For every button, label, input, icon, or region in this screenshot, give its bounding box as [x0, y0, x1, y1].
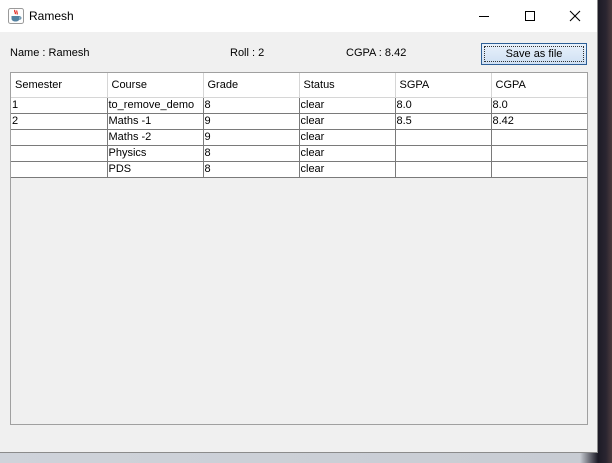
- table-row[interactable]: Maths -2 9 clear: [11, 129, 587, 146]
- results-table-pane[interactable]: Semester Course Grade Status SGPA CGPA 1…: [10, 72, 588, 425]
- cell-semester[interactable]: [11, 161, 108, 178]
- cell-grade[interactable]: 8: [202, 161, 300, 178]
- cell-cgpa[interactable]: [490, 129, 587, 146]
- cell-course[interactable]: PDS: [106, 161, 204, 178]
- java-cup-icon: [8, 8, 24, 24]
- cell-cgpa[interactable]: [490, 161, 587, 178]
- column-header-status[interactable]: Status: [299, 73, 396, 98]
- app-window: Ramesh Name : Ramesh Roll : 2 CGPA : 8.4…: [0, 0, 598, 453]
- cell-cgpa[interactable]: 8.0: [490, 97, 587, 114]
- cell-status[interactable]: clear: [298, 97, 396, 114]
- cell-status[interactable]: clear: [298, 161, 396, 178]
- cell-status[interactable]: clear: [298, 145, 396, 162]
- cell-sgpa[interactable]: 8.5: [394, 113, 492, 130]
- cell-course[interactable]: to_remove_demo: [106, 97, 204, 114]
- cell-course[interactable]: Maths -1: [106, 113, 204, 130]
- cell-sgpa[interactable]: [394, 161, 492, 178]
- table-row[interactable]: PDS 8 clear: [11, 161, 587, 178]
- table-row[interactable]: 2 Maths -1 9 clear 8.5 8.42: [11, 113, 587, 130]
- title-bar[interactable]: Ramesh: [0, 0, 597, 32]
- table-row[interactable]: 1 to_remove_demo 8 clear 8.0 8.0: [11, 97, 587, 114]
- results-table[interactable]: Semester Course Grade Status SGPA CGPA 1…: [11, 73, 587, 178]
- column-header-grade[interactable]: Grade: [203, 73, 300, 98]
- cell-sgpa[interactable]: [394, 129, 492, 146]
- cell-course[interactable]: Maths -2: [106, 129, 204, 146]
- cell-semester[interactable]: 2: [11, 113, 108, 130]
- cell-grade[interactable]: 8: [202, 145, 300, 162]
- save-as-file-button[interactable]: Save as file: [481, 43, 587, 65]
- cell-sgpa[interactable]: 8.0: [394, 97, 492, 114]
- cell-course[interactable]: Physics: [106, 145, 204, 162]
- minimize-icon: [479, 16, 489, 17]
- cell-cgpa[interactable]: [490, 145, 587, 162]
- column-header-sgpa[interactable]: SGPA: [395, 73, 492, 98]
- student-roll-label: Roll : 2: [230, 47, 265, 59]
- cell-status[interactable]: clear: [298, 129, 396, 146]
- cell-cgpa[interactable]: 8.42: [490, 113, 587, 130]
- cell-semester[interactable]: 1: [11, 97, 108, 114]
- close-button[interactable]: [552, 0, 598, 32]
- column-header-course[interactable]: Course: [107, 73, 204, 98]
- student-name-label: Name : Ramesh: [10, 47, 90, 59]
- cell-grade[interactable]: 9: [202, 113, 300, 130]
- maximize-button[interactable]: [507, 0, 553, 32]
- cell-status[interactable]: clear: [298, 113, 396, 130]
- cell-semester[interactable]: [11, 129, 108, 146]
- cell-grade[interactable]: 9: [202, 129, 300, 146]
- maximize-icon: [525, 11, 535, 21]
- column-header-semester[interactable]: Semester: [11, 73, 108, 98]
- window-title: Ramesh: [29, 9, 74, 23]
- cell-semester[interactable]: [11, 145, 108, 162]
- student-cgpa-label: CGPA : 8.42: [346, 47, 407, 59]
- cell-grade[interactable]: 8: [202, 97, 300, 114]
- minimize-button[interactable]: [461, 0, 507, 32]
- close-icon: [569, 10, 581, 22]
- table-header-row: Semester Course Grade Status SGPA CGPA: [11, 73, 587, 98]
- column-header-cgpa[interactable]: CGPA: [491, 73, 587, 98]
- cell-sgpa[interactable]: [394, 145, 492, 162]
- table-row[interactable]: Physics 8 clear: [11, 145, 587, 162]
